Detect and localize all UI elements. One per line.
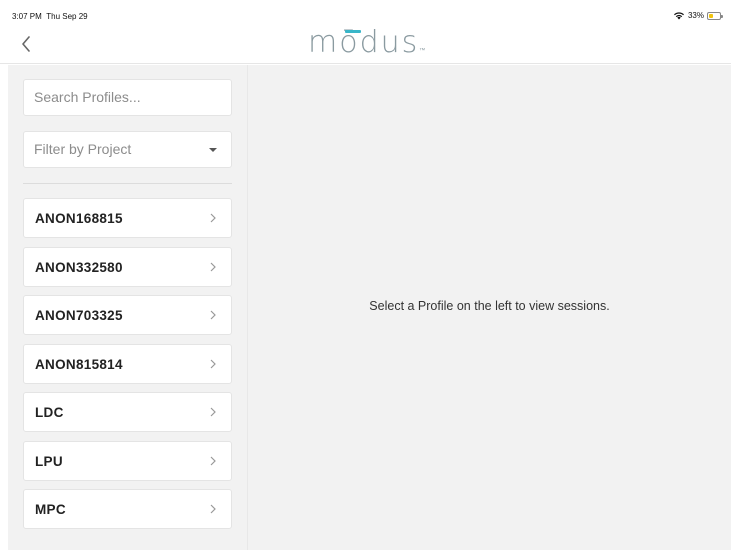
status-date-text: Thu Sep 29 [46, 12, 88, 21]
profile-label: LDC [35, 405, 64, 420]
profile-label: ANON815814 [35, 356, 123, 372]
chevron-right-icon [210, 213, 216, 223]
back-button[interactable] [14, 30, 38, 58]
battery-level [709, 13, 713, 18]
battery-percent: 33% [687, 11, 704, 20]
app-logo-tm: ™ [419, 47, 426, 54]
profile-list-item[interactable]: ANON815814 [23, 343, 232, 384]
chevron-right-icon [210, 359, 216, 368]
status-time: 3:07 PM Thu Sep 29 [12, 12, 88, 21]
profile-list-item[interactable]: MPC [23, 489, 232, 529]
profile-label: ANON332580 [35, 259, 123, 275]
chevron-right-icon [210, 456, 216, 465]
logo-accent-mark [345, 30, 361, 33]
profile-list-item[interactable]: ANON168815 [23, 198, 232, 238]
profile-list-item[interactable]: LDC [23, 392, 232, 432]
filter-placeholder: Filter by Project [34, 141, 132, 157]
chevron-left-icon [22, 36, 30, 52]
profile-list-item[interactable]: ANON703325 [23, 295, 232, 335]
sidebar-divider [23, 183, 232, 184]
status-time-text: 3:07 PM [12, 12, 42, 21]
chevron-right-icon [210, 262, 216, 271]
profile-label: ANON168815 [35, 211, 123, 226]
caret-down-icon [209, 148, 217, 152]
profiles-list: ANON168815 ANON332580 ANON703325 ANON815… [23, 198, 232, 538]
filter-by-project-dropdown[interactable]: Filter by Project [23, 131, 232, 168]
profile-label: MPC [35, 502, 66, 517]
nav-bar: mōdus™ [0, 24, 731, 64]
profile-label: LPU [35, 453, 63, 469]
chevron-right-icon [210, 310, 216, 320]
profile-label: ANON703325 [35, 308, 123, 323]
search-placeholder: Search Profiles... [34, 89, 141, 105]
app-logo-text: mōdus [308, 25, 420, 60]
chevron-right-icon [210, 407, 216, 417]
status-indicators: 33% [673, 11, 723, 20]
search-profiles-input[interactable]: Search Profiles... [23, 79, 232, 116]
app-logo: mōdus™ [308, 26, 425, 60]
empty-state-message: Select a Profile on the left to view ses… [369, 299, 610, 313]
profile-list-item[interactable]: ANON332580 [23, 246, 232, 287]
app-screen: 3:07 PM Thu Sep 29 33% mōdus™ Search Pro… [0, 0, 731, 550]
status-bar: 3:07 PM Thu Sep 29 33% [0, 0, 731, 24]
profiles-sidebar: Search Profiles... Filter by Project ANO… [8, 65, 247, 550]
battery-icon [707, 11, 723, 20]
chevron-right-icon [210, 504, 216, 514]
sessions-panel: Select a Profile on the left to view ses… [247, 65, 731, 550]
wifi-icon [673, 12, 684, 20]
profile-list-item[interactable]: LPU [23, 440, 232, 481]
